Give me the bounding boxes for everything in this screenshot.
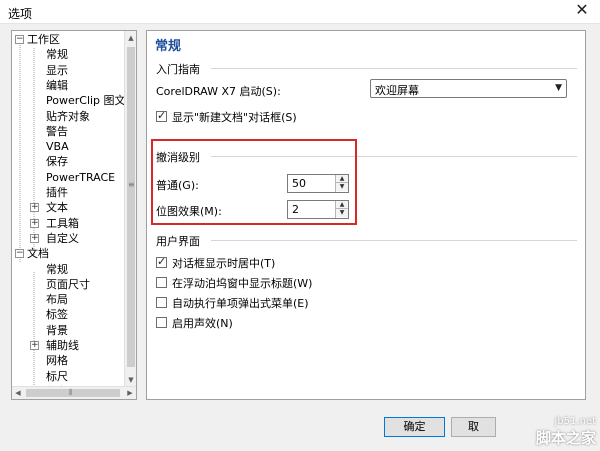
- tree-item[interactable]: 文本: [46, 200, 68, 216]
- scroll-left-arrow-icon[interactable]: ◀: [12, 387, 24, 399]
- tree-item[interactable]: 警告: [46, 124, 68, 140]
- tree-item[interactable]: 工作区: [27, 32, 60, 48]
- tree-item[interactable]: 布局: [46, 292, 68, 308]
- tree-item[interactable]: VBA: [46, 139, 69, 155]
- tree-scroll-thumb[interactable]: [127, 47, 135, 367]
- ui-group-label: 用户界面: [156, 235, 200, 248]
- ok-button[interactable]: 确定: [384, 417, 445, 437]
- ui-option-label: 启用声效(N): [172, 317, 233, 330]
- tree-item[interactable]: 保存: [46, 154, 68, 170]
- show-new-doc-checkbox[interactable]: [156, 109, 167, 122]
- watermark-name: 脚本之家: [535, 429, 596, 447]
- page-title: 常规: [155, 39, 182, 54]
- chevron-down-icon: ▼: [555, 83, 562, 93]
- tree-vertical-scrollbar[interactable]: ▲ ≡ ▼: [124, 31, 136, 387]
- tree-item[interactable]: PowerTRACE: [46, 170, 115, 186]
- tree-item[interactable]: 背景: [46, 323, 68, 339]
- scroll-up-arrow-icon[interactable]: ▲: [125, 31, 136, 45]
- cancel-button[interactable]: 取: [451, 417, 496, 437]
- options-tree[interactable]: −工作区常规显示编辑PowerClip 图文框贴齐对象警告VBA保存PowerT…: [11, 30, 137, 400]
- tree-content: −工作区常规显示编辑PowerClip 图文框贴齐对象警告VBA保存PowerT…: [12, 31, 125, 387]
- scroll-right-arrow-icon[interactable]: ▶: [124, 387, 136, 399]
- show-new-doc-label: 显示"新建文档"对话框(S): [172, 111, 297, 124]
- ui-option-checkbox[interactable]: [156, 317, 167, 328]
- expand-icon[interactable]: +: [30, 233, 39, 243]
- intro-group-divider: [211, 68, 577, 69]
- collapse-icon[interactable]: −: [15, 249, 24, 259]
- tree-item[interactable]: 网格: [46, 353, 68, 369]
- tree-item[interactable]: PowerClip 图文框: [46, 93, 125, 109]
- expand-icon[interactable]: +: [30, 341, 39, 350]
- tree-item[interactable]: 贴齐对象: [46, 109, 90, 125]
- dialog-body: −工作区常规显示编辑PowerClip 图文框贴齐对象警告VBA保存PowerT…: [0, 24, 600, 451]
- close-icon[interactable]: ✕: [574, 2, 590, 18]
- tree-item[interactable]: 文档: [27, 246, 49, 262]
- title-bar: 选项 ✕: [0, 0, 600, 24]
- expand-icon[interactable]: +: [30, 203, 39, 213]
- tree-hscroll-thumb[interactable]: [26, 389, 120, 397]
- tree-item[interactable]: 编辑: [46, 78, 68, 94]
- ui-option-checkbox[interactable]: [156, 277, 167, 288]
- settings-panel: 常规 入门指南 CorelDRAW X7 启动(S): 欢迎屏幕 ▼ 显示"新建…: [146, 30, 586, 400]
- watermark: jb51.net 脚本之家: [536, 416, 596, 448]
- tree-item[interactable]: 标尺: [46, 369, 68, 385]
- tree-item[interactable]: 自定义: [46, 231, 79, 247]
- expand-icon[interactable]: +: [30, 218, 39, 228]
- ui-option-label: 对话框显示时居中(T): [172, 257, 276, 270]
- ui-option-label: 在浮动泊坞窗中显示标题(W): [172, 277, 313, 290]
- startup-select[interactable]: 欢迎屏幕 ▼: [370, 79, 567, 98]
- ui-group-divider: [211, 240, 577, 241]
- tree-item[interactable]: 标签: [46, 307, 68, 323]
- tree-item[interactable]: 页面尺寸: [46, 277, 90, 293]
- intro-group-label: 入门指南: [156, 63, 200, 76]
- tree-item[interactable]: 工具箱: [46, 216, 79, 232]
- ui-option-checkbox[interactable]: [156, 255, 167, 268]
- tree-item[interactable]: 常规: [46, 262, 68, 278]
- tree-horizontal-scrollbar[interactable]: ◀ ⦀ ▶: [12, 386, 136, 399]
- startup-label: CorelDRAW X7 启动(S):: [156, 85, 281, 98]
- tree-item[interactable]: 常规: [46, 47, 68, 63]
- startup-select-value: 欢迎屏幕: [375, 84, 419, 97]
- scroll-grip-icon: ≡: [128, 180, 135, 189]
- window-title: 选项: [8, 7, 33, 21]
- scroll-down-arrow-icon[interactable]: ▼: [125, 373, 136, 387]
- hscroll-grip-icon: ⦀: [69, 388, 73, 397]
- tree-item[interactable]: 插件: [46, 185, 68, 201]
- tree-item[interactable]: 显示: [46, 63, 68, 79]
- collapse-icon[interactable]: −: [15, 35, 24, 44]
- highlight-box: [151, 139, 357, 225]
- watermark-site: jb51.net: [554, 416, 596, 427]
- tree-connector-lines: [19, 39, 35, 387]
- ui-option-checkbox[interactable]: [156, 297, 167, 308]
- tree-item[interactable]: 辅助线: [46, 338, 79, 354]
- ui-option-label: 自动执行单项弹出式菜单(E): [172, 297, 309, 310]
